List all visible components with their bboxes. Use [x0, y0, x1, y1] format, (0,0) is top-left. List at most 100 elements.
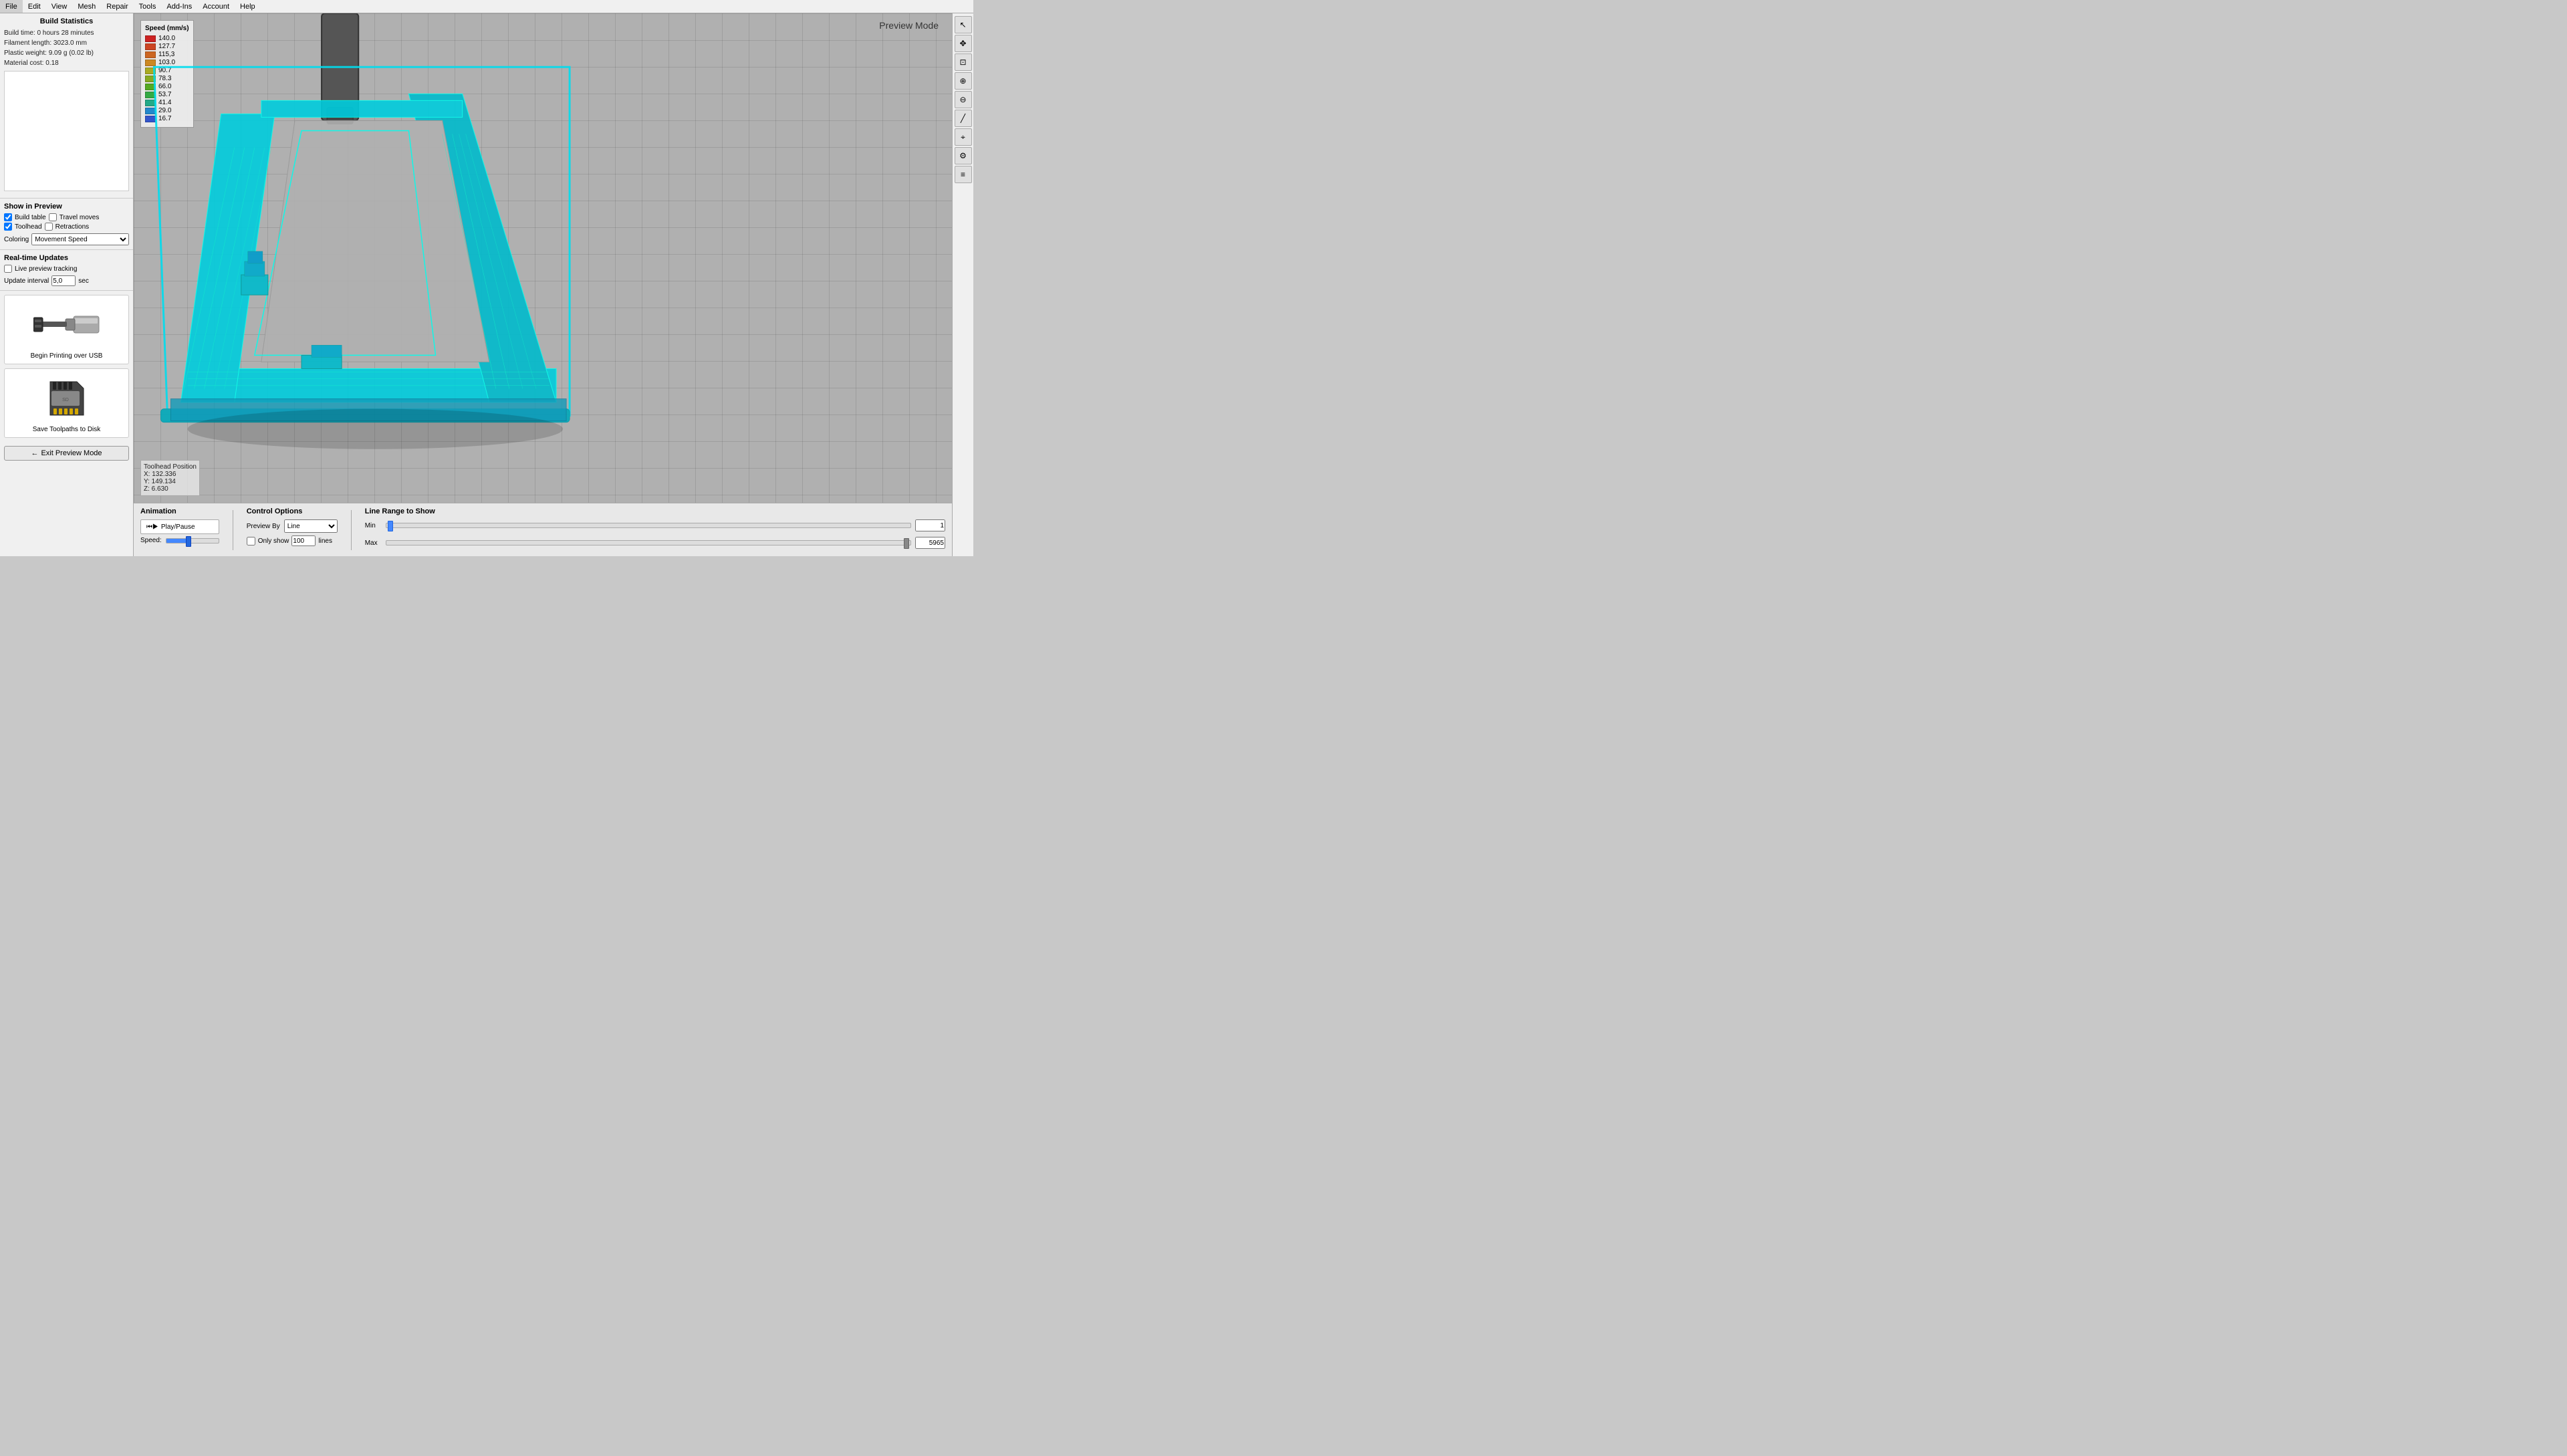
zoom-out-icon: ⊖ — [959, 95, 966, 104]
coloring-select[interactable]: Movement Speed Feature Type Temperature … — [31, 233, 129, 245]
realtime-section: Real-time Updates Live preview tracking … — [0, 250, 133, 291]
play-pause-button[interactable]: ⏮▶ Play/Pause — [140, 519, 219, 534]
update-interval-label: Update interval — [4, 277, 49, 285]
min-range-track[interactable] — [386, 523, 911, 528]
min-value-input[interactable] — [915, 519, 945, 531]
left-panel: Build Statistics Build time: 0 hours 28 … — [0, 13, 134, 556]
measure-icon: ⌖ — [961, 132, 965, 142]
coloring-label: Coloring — [4, 236, 29, 243]
divider-2 — [351, 510, 352, 550]
live-preview-label: Live preview tracking — [15, 265, 77, 273]
toolhead-pos-title: Toolhead Position — [144, 463, 197, 471]
build-table-label: Build table — [15, 214, 46, 221]
line-range-title: Line Range to Show — [365, 507, 945, 515]
speed-handle[interactable] — [186, 536, 191, 547]
save-toolpaths-card[interactable]: SD Save Toolpaths to Disk — [4, 368, 129, 438]
only-show-label: Only show — [258, 537, 289, 545]
menu-tools[interactable]: Tools — [134, 0, 162, 13]
sd-image: SD — [27, 373, 107, 423]
exit-arrow-icon: ← — [31, 449, 38, 457]
max-range-row: Max — [365, 537, 945, 549]
move-button[interactable]: ✥ — [955, 35, 972, 52]
lines-label: lines — [318, 537, 332, 545]
begin-printing-card[interactable]: Begin Printing over USB — [4, 295, 129, 364]
max-value-input[interactable] — [915, 537, 945, 549]
toolhead-checkbox[interactable] — [4, 223, 12, 231]
settings-icon: ⚙ — [959, 151, 967, 160]
retractions-checkbox[interactable] — [45, 223, 53, 231]
3d-viewport[interactable]: Speed (mm/s) 140.0 127.7 115,3 103.0 — [134, 13, 952, 503]
exit-preview-button[interactable]: ← Exit Preview Mode — [4, 446, 129, 461]
menu-repair[interactable]: Repair — [101, 0, 133, 13]
preview-by-row: Preview By Line Layer Feature — [247, 519, 338, 533]
live-preview-checkbox[interactable] — [4, 265, 12, 273]
menu-edit[interactable]: Edit — [23, 0, 46, 13]
settings-button[interactable]: ⚙ — [955, 147, 972, 164]
preview-by-label: Preview By — [247, 523, 280, 530]
cursor-button[interactable]: ↖ — [955, 16, 972, 33]
travel-moves-label: Travel moves — [59, 214, 100, 221]
measure-button[interactable]: ⌖ — [955, 128, 972, 146]
toolhead-position: Toolhead Position X: 132.336 Y: 149.134 … — [140, 460, 200, 496]
max-range-handle[interactable] — [904, 538, 909, 549]
animation-group: Animation ⏮▶ Play/Pause Speed: — [140, 507, 219, 544]
zoom-in-button[interactable]: ⊕ — [955, 72, 972, 90]
toolhead-label: Toolhead — [15, 223, 42, 231]
update-interval-input[interactable] — [51, 275, 76, 286]
zoom-fit-button[interactable]: ⊡ — [955, 53, 972, 71]
toolhead-x: X: 132.336 — [144, 471, 197, 478]
animation-title: Animation — [140, 507, 219, 515]
zoom-out-button[interactable]: ⊖ — [955, 91, 972, 108]
usb-svg — [33, 303, 100, 346]
layers-button[interactable]: ≡ — [955, 166, 972, 183]
max-label: Max — [365, 539, 382, 547]
realtime-title: Real-time Updates — [4, 254, 129, 262]
max-range-track[interactable] — [386, 540, 911, 545]
build-stats-title: Build Statistics — [4, 17, 129, 25]
menu-file[interactable]: File — [0, 0, 23, 13]
retractions-label: Retractions — [55, 223, 90, 231]
model-svg — [134, 13, 952, 503]
preview-by-select[interactable]: Line Layer Feature — [284, 519, 338, 533]
travel-moves-checkbox[interactable] — [49, 213, 57, 221]
filament-length: Filament length: 3023.0 mm — [4, 38, 129, 48]
line-button[interactable]: ╱ — [955, 110, 972, 127]
stats-white-box — [4, 71, 129, 191]
plastic-weight: Plastic weight: 9.09 g (0.02 lb) — [4, 48, 129, 58]
toolhead-y: Y: 149.134 — [144, 478, 197, 485]
show-in-preview-title: Show in Preview — [4, 203, 129, 211]
move-icon: ✥ — [959, 39, 966, 48]
cursor-icon: ↖ — [959, 20, 966, 29]
build-time: Build time: 0 hours 28 minutes — [4, 28, 129, 38]
menu-addins[interactable]: Add-Ins — [161, 0, 197, 13]
min-label: Min — [365, 522, 382, 529]
usb-image — [27, 299, 107, 350]
update-interval-unit: sec — [78, 277, 89, 285]
bottom-controls: Animation ⏮▶ Play/Pause Speed: Control O… — [134, 503, 952, 556]
svg-text:SD: SD — [62, 398, 69, 402]
main-layout: Build Statistics Build time: 0 hours 28 … — [0, 13, 973, 556]
menu-account[interactable]: Account — [197, 0, 235, 13]
control-options-title: Control Options — [247, 507, 338, 515]
only-show-checkbox[interactable] — [247, 537, 255, 545]
build-table-checkbox[interactable] — [4, 213, 12, 221]
menu-help[interactable]: Help — [235, 0, 261, 13]
layers-icon: ≡ — [961, 170, 965, 179]
min-range-row: Min — [365, 519, 945, 531]
line-icon: ╱ — [961, 114, 965, 123]
show-in-preview-section: Show in Preview Build table Travel moves… — [0, 199, 133, 250]
menu-mesh[interactable]: Mesh — [72, 0, 101, 13]
control-options-group: Control Options Preview By Line Layer Fe… — [247, 507, 338, 546]
material-cost: Material cost: 0.18 — [4, 58, 129, 68]
viewport-area: Speed (mm/s) 140.0 127.7 115,3 103.0 — [134, 13, 952, 556]
speed-track[interactable] — [166, 538, 219, 543]
sd-svg: SD — [37, 376, 97, 420]
print-buttons: Begin Printing over USB — [0, 291, 133, 442]
min-range-handle[interactable] — [388, 521, 393, 531]
save-toolpaths-label: Save Toolpaths to Disk — [33, 426, 101, 433]
menu-view[interactable]: View — [46, 0, 73, 13]
toolhead-z: Z: 6.630 — [144, 485, 197, 493]
speed-label: Speed: — [140, 537, 162, 544]
only-show-input[interactable] — [291, 535, 316, 546]
begin-printing-label: Begin Printing over USB — [31, 352, 103, 360]
